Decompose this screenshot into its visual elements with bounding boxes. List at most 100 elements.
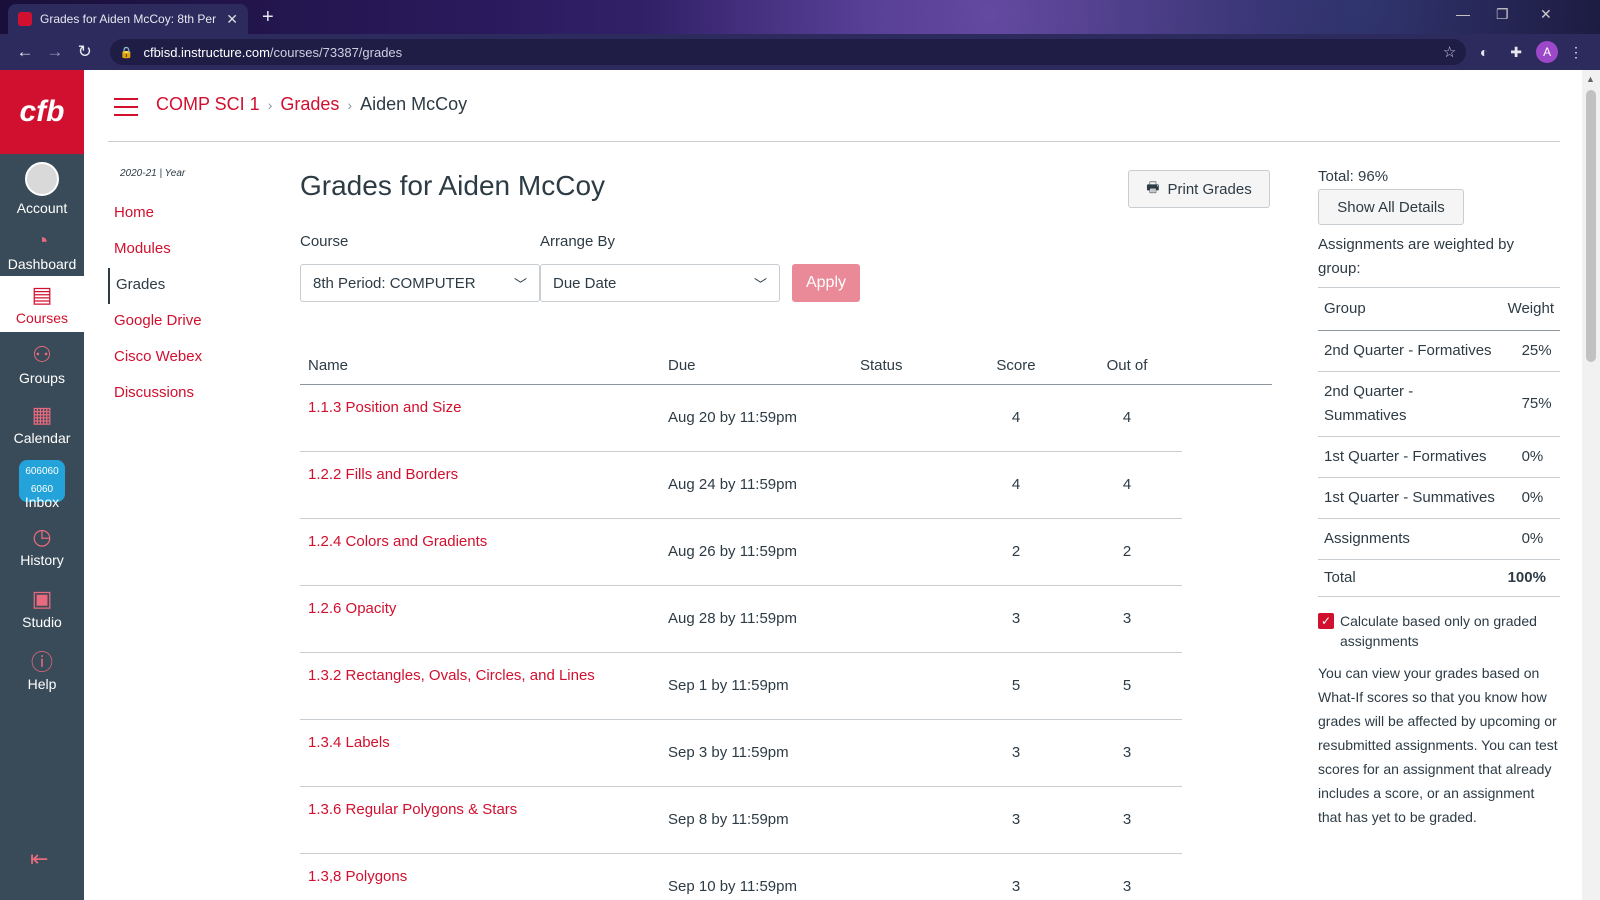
assignment-link[interactable]: 1.3.4 Labels [308, 734, 390, 751]
nav-history[interactable]: ◷ History [0, 514, 84, 578]
breadcrumb: COMP SCI 1 › Grades › Aiden McCoy [156, 94, 467, 115]
due-date: Aug 20 by 11:59pm [668, 384, 860, 452]
score-cell[interactable]: 4 [960, 384, 1072, 452]
score-cell[interactable]: 4 [960, 451, 1072, 519]
table-row: 1.3.6 Regular Polygons & Stars Sep 8 by … [300, 786, 1272, 854]
out-of-cell: 3 [1072, 786, 1182, 854]
minimize-icon[interactable]: — [1456, 6, 1470, 22]
course-nav-grades[interactable]: Grades [108, 268, 202, 304]
table-row: 1.3.4 Labels Sep 3 by 11:59pm 3 3 [300, 719, 1272, 787]
page-scrollbar[interactable]: ▲ [1582, 70, 1600, 900]
assignment-link[interactable]: 1.3,8 Polygons [308, 868, 407, 885]
score-cell[interactable]: 2 [960, 518, 1072, 586]
extension-icon[interactable]: ◐ [1470, 44, 1498, 60]
score-cell[interactable]: 3 [960, 719, 1072, 787]
course-menu-toggle-icon[interactable] [114, 98, 138, 116]
reload-icon[interactable]: ↻ [70, 42, 100, 62]
groups-icon: ⚇ [32, 342, 52, 367]
browser-tab[interactable]: Grades for Aiden McCoy: 8th Per ✕ [8, 4, 248, 34]
puzzle-extensions-icon[interactable]: ✚ [1502, 44, 1530, 61]
out-of-cell: 4 [1072, 451, 1182, 519]
close-tab-icon[interactable]: ✕ [226, 11, 238, 28]
chevron-down-icon: ﹀ [513, 276, 527, 292]
restore-icon[interactable]: ❐ [1496, 6, 1509, 23]
nav-help[interactable]: ⓘ Help [0, 638, 84, 700]
weight-group: 2nd Quarter - Formatives [1318, 330, 1502, 372]
checkbox-checked-icon[interactable]: ✓ [1318, 612, 1334, 629]
url-host: cfbisd.instructure.com [143, 44, 270, 60]
nav-studio[interactable]: ▣ Studio [0, 578, 84, 638]
course-select[interactable]: 8th Period: COMPUTER ﹀ [300, 264, 540, 302]
arrange-by-select[interactable]: Due Date ﹀ [540, 264, 780, 302]
weight-row: 1st Quarter - Formatives 0% [1318, 436, 1560, 478]
weight-total-row: Total 100% [1318, 559, 1560, 597]
total-grade: Total: 96% [1318, 168, 1389, 185]
nav-inbox[interactable]: 606060 6060 Inbox [0, 456, 84, 514]
scrollbar-thumb[interactable] [1586, 90, 1596, 362]
score-cell[interactable]: 3 [960, 786, 1072, 854]
due-date: Sep 8 by 11:59pm [668, 786, 860, 854]
grade-summary-sidebar: Total: 96% Show All Details Assignments … [1318, 168, 1560, 829]
nav-account[interactable]: Account [0, 154, 84, 216]
status-cell [860, 451, 960, 519]
score-cell[interactable]: 5 [960, 652, 1072, 720]
score-cell[interactable]: 3 [960, 585, 1072, 653]
breadcrumb-course[interactable]: COMP SCI 1 [156, 94, 260, 115]
course-nav-cisco-webex[interactable]: Cisco Webex [108, 340, 202, 376]
tab-title: Grades for Aiden McCoy: 8th Per [40, 12, 217, 26]
forward-icon[interactable]: → [40, 42, 70, 62]
page-title: Grades for Aiden McCoy [300, 170, 606, 201]
due-date: Sep 3 by 11:59pm [668, 719, 860, 787]
status-cell [860, 652, 960, 720]
collapse-nav-icon[interactable]: ⇤ [30, 846, 48, 872]
weight-total-value: 100% [1501, 559, 1560, 597]
nav-courses[interactable]: ▤ Courses [0, 276, 84, 332]
address-bar[interactable]: 🔒 cfbisd.instructure.com /courses/73387/… [109, 39, 1467, 65]
due-date: Sep 1 by 11:59pm [668, 652, 860, 720]
course-nav-discussions[interactable]: Discussions [108, 376, 202, 412]
weight-row: 1st Quarter - Summatives 0% [1318, 477, 1560, 519]
new-tab-icon[interactable]: + [262, 6, 274, 29]
assignment-link[interactable]: 1.2.6 Opacity [308, 600, 396, 617]
breadcrumb-grades[interactable]: Grades [280, 94, 339, 115]
calculate-graded-only[interactable]: ✓ Calculate based only on graded assignm… [1318, 611, 1560, 651]
score-cell[interactable]: 3 [960, 853, 1072, 900]
assignment-link[interactable]: 1.2.4 Colors and Gradients [308, 533, 487, 550]
studio-icon: ▣ [31, 586, 53, 611]
url-path: /courses/73387/grades [269, 44, 403, 60]
nav-calendar[interactable]: ▦ Calendar [0, 394, 84, 456]
header-divider [108, 141, 1560, 142]
show-all-details-button[interactable]: Show All Details [1318, 189, 1464, 225]
lock-icon: 🔒 [119, 46, 134, 59]
assignment-link[interactable]: 1.3.2 Rectangles, Ovals, Circles, and Li… [308, 667, 595, 684]
back-icon[interactable]: ← [10, 42, 40, 62]
due-date: Aug 26 by 11:59pm [668, 518, 860, 586]
profile-avatar[interactable]: A [1536, 41, 1559, 63]
due-date: Aug 24 by 11:59pm [668, 451, 860, 519]
scroll-up-icon[interactable]: ▲ [1586, 74, 1595, 84]
weight-row: 2nd Quarter - Formatives 25% [1318, 330, 1560, 372]
arrange-by-label: Arrange By [540, 233, 616, 250]
col-name[interactable]: Name [300, 348, 668, 385]
weight-group: 2nd Quarter - Summatives [1318, 371, 1502, 437]
course-nav-modules[interactable]: Modules [108, 232, 202, 268]
nav-dashboard[interactable]: ◔ Dashboard [0, 216, 84, 276]
weight-row: 2nd Quarter - Summatives 75% [1318, 371, 1560, 437]
print-grades-button[interactable]: 🖶 Print Grades [1128, 170, 1270, 208]
col-due[interactable]: Due [668, 348, 860, 385]
table-row: 1.3.2 Rectangles, Ovals, Circles, and Li… [300, 652, 1272, 720]
bookmark-star-icon[interactable]: ☆ [1443, 43, 1456, 61]
apply-button[interactable]: Apply [792, 264, 860, 302]
nav-groups[interactable]: ⚇ Groups [0, 332, 84, 394]
assignment-link[interactable]: 1.3.6 Regular Polygons & Stars [308, 801, 517, 818]
chrome-menu-icon[interactable]: ⋮ [1562, 44, 1590, 61]
assignment-link[interactable]: 1.1.3 Position and Size [308, 399, 461, 416]
course-nav-google-drive[interactable]: Google Drive [108, 304, 202, 340]
window-close-icon[interactable]: ✕ [1540, 6, 1552, 23]
col-status: Status [860, 348, 960, 385]
course-nav-home[interactable]: Home [108, 196, 202, 232]
assignment-link[interactable]: 1.2.2 Fills and Borders [308, 466, 458, 483]
breadcrumb-student: Aiden McCoy [360, 94, 468, 114]
cfb-logo[interactable]: cfb [0, 70, 84, 154]
help-icon: ⓘ [30, 650, 53, 675]
